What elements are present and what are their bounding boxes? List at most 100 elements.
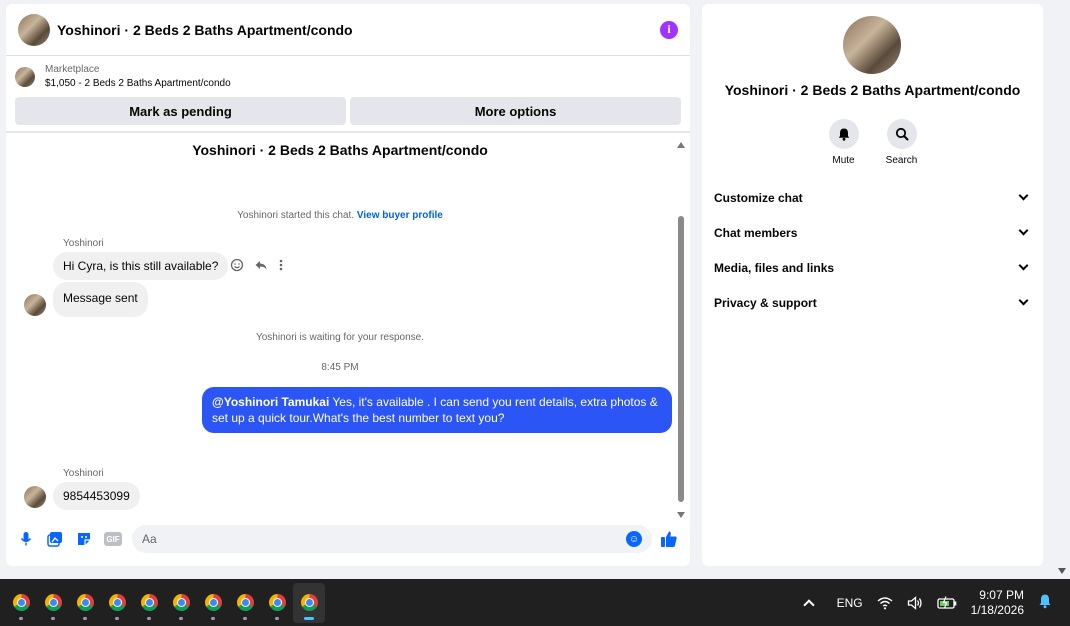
running-indicator: [147, 616, 151, 620]
customize-chat-section[interactable]: Customize chat: [702, 180, 1043, 215]
mute-button[interactable]: Mute: [828, 119, 859, 166]
gif-icon[interactable]: GIF: [103, 529, 123, 549]
chrome-icon: [76, 594, 94, 611]
emoji-icon[interactable]: ☺: [626, 531, 642, 547]
chrome-icon: [44, 594, 62, 611]
system-tray: ENG 9:07 PM 1/18/2026: [802, 579, 1070, 626]
chat-header: Yoshinori · 2 Beds 2 Baths Apartment/con…: [6, 4, 690, 56]
message-input-placeholder: Aa: [142, 532, 157, 546]
chevron-down-icon: [1018, 225, 1029, 236]
sender-avatar[interactable]: [24, 486, 46, 508]
taskbar-chrome-app[interactable]: [261, 583, 293, 623]
search-icon[interactable]: [886, 119, 917, 149]
gif-label: GIF: [104, 532, 122, 546]
sender-name: Yoshinori: [63, 238, 104, 249]
chat-members-section[interactable]: Chat members: [702, 215, 1043, 250]
language-indicator[interactable]: ENG: [837, 596, 863, 610]
taskbar-chrome-app[interactable]: [197, 583, 229, 623]
notification-bell-icon[interactable]: [1038, 593, 1052, 612]
taskbar-chrome-app[interactable]: [133, 583, 165, 623]
chevron-down-icon: [1018, 295, 1029, 306]
microphone-icon[interactable]: [16, 529, 36, 549]
page-scroll-down-arrow-icon[interactable]: [1058, 568, 1066, 574]
scrollbar-thumb[interactable]: [678, 216, 684, 502]
reply-icon[interactable]: [254, 258, 268, 272]
taskbar-chrome-app[interactable]: [69, 583, 101, 623]
chrome-icon: [300, 594, 318, 611]
chat-panel: Yoshinori · 2 Beds 2 Baths Apartment/con…: [6, 4, 690, 566]
view-buyer-profile-link[interactable]: View buyer profile: [357, 210, 443, 221]
react-emoji-icon[interactable]: [230, 258, 244, 272]
message-tools: [230, 258, 284, 272]
sender-name: Yoshinori: [63, 468, 104, 479]
chrome-icon: [108, 594, 126, 611]
incoming-message[interactable]: Message sent: [53, 282, 148, 317]
chat-started-notice: Yoshinori started this chat. View buyer …: [6, 210, 674, 221]
listing-thumbnail: [15, 67, 35, 87]
thumbs-up-icon[interactable]: [658, 528, 680, 550]
mute-label: Mute: [832, 155, 855, 166]
outgoing-message[interactable]: @Yoshinori Tamukai Yes, it's available .…: [202, 387, 672, 433]
section-label: Media, files and links: [714, 260, 835, 275]
chevron-down-icon: [1018, 260, 1029, 271]
chrome-icon: [204, 594, 222, 611]
message-timestamp: 8:45 PM: [321, 362, 359, 373]
running-indicator: [179, 616, 183, 620]
chevron-down-icon: [1018, 190, 1029, 201]
listing-price-title: $1,050 - 2 Beds 2 Baths Apartment/condo: [45, 78, 231, 89]
more-options-button[interactable]: More options: [350, 97, 681, 125]
section-label: Chat members: [714, 225, 798, 240]
privacy-support-section[interactable]: Privacy & support: [702, 285, 1043, 320]
taskbar-chrome-app[interactable]: [37, 583, 69, 623]
bell-icon[interactable]: [828, 119, 859, 149]
incoming-message[interactable]: Hi Cyra, is this still available?: [53, 252, 229, 280]
info-avatar[interactable]: [843, 16, 901, 74]
chrome-icon: [268, 594, 286, 611]
running-indicator: [19, 616, 23, 620]
info-sections: Customize chat Chat members Media, files…: [702, 180, 1043, 320]
clock[interactable]: 9:07 PM 1/18/2026: [971, 588, 1024, 618]
wifi-icon[interactable]: [877, 596, 893, 610]
info-title: Yoshinori · 2 Beds 2 Baths Apartment/con…: [724, 82, 1021, 98]
battery-icon[interactable]: [936, 595, 957, 610]
scroll-up-arrow-icon[interactable]: [677, 142, 685, 148]
chat-scrollbar[interactable]: [676, 138, 686, 518]
running-indicator: [304, 616, 314, 620]
running-indicator: [83, 616, 87, 620]
marketplace-listing[interactable]: Marketplace $1,050 - 2 Beds 2 Baths Apar…: [6, 56, 690, 95]
chat-header-title[interactable]: Yoshinori · 2 Beds 2 Baths Apartment/con…: [57, 22, 660, 38]
media-files-links-section[interactable]: Media, files and links: [702, 250, 1043, 285]
taskbar-chrome-app[interactable]: [293, 582, 325, 623]
search-button[interactable]: Search: [885, 119, 918, 166]
chrome-icon: [172, 594, 190, 611]
chrome-icon: [140, 594, 158, 611]
running-indicator: [51, 616, 55, 620]
chrome-icon: [236, 594, 254, 611]
photo-gallery-icon[interactable]: [45, 529, 65, 549]
chat-started-text: Yoshinori started this chat.: [237, 210, 355, 221]
sender-avatar[interactable]: [24, 294, 46, 316]
running-indicator: [275, 616, 279, 620]
incoming-message[interactable]: 9854453099: [53, 482, 140, 510]
message-input[interactable]: Aa ☺: [132, 525, 652, 553]
volume-icon[interactable]: [907, 595, 923, 610]
taskbar-chrome-app[interactable]: [229, 583, 261, 623]
conversation-info-panel: Yoshinori · 2 Beds 2 Baths Apartment/con…: [702, 4, 1043, 566]
running-indicator: [243, 616, 247, 620]
info-icon[interactable]: i: [660, 20, 678, 39]
more-vertical-icon[interactable]: [278, 258, 284, 272]
search-label: Search: [885, 155, 918, 166]
clock-date: 1/18/2026: [970, 602, 1024, 617]
listing-actions: Mark as pending More options: [6, 95, 690, 125]
taskbar-chrome-app[interactable]: [101, 583, 133, 623]
show-hidden-icons-icon[interactable]: [802, 597, 815, 611]
mention[interactable]: @Yoshinori Tamukai: [212, 395, 329, 409]
taskbar-chrome-app[interactable]: [5, 583, 37, 623]
message-composer: GIF Aa ☺: [6, 512, 690, 566]
mark-as-pending-button[interactable]: Mark as pending: [15, 97, 346, 125]
divider: [6, 131, 690, 133]
taskbar-chrome-app[interactable]: [165, 583, 197, 623]
conversation-title: Yoshinori · 2 Beds 2 Baths Apartment/con…: [192, 142, 488, 158]
sticker-icon[interactable]: [74, 529, 94, 549]
chat-avatar[interactable]: [18, 13, 50, 46]
